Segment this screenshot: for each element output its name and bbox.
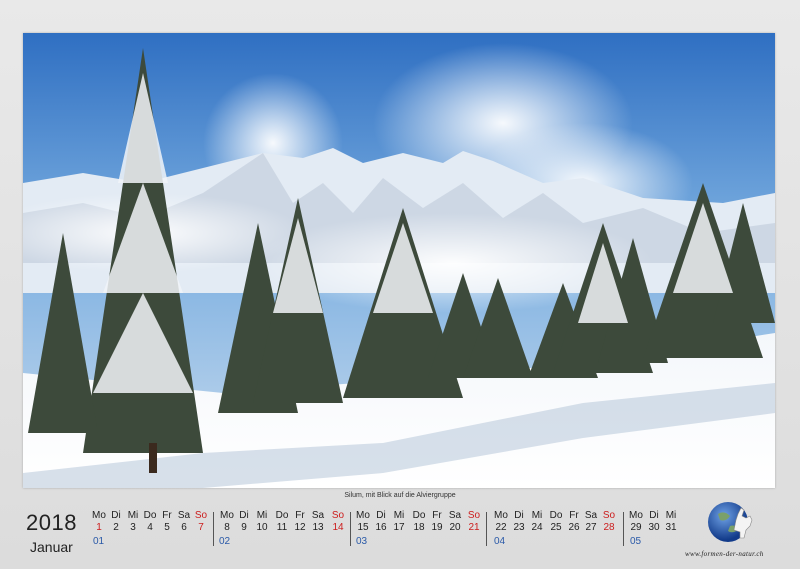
day-number: 20 — [449, 522, 461, 533]
day-number-sunday: 7 — [198, 522, 204, 533]
day-number: 18 — [413, 522, 425, 533]
day-name: Mo — [356, 510, 370, 521]
day-number: 16 — [375, 522, 387, 533]
day-name: Di — [514, 510, 524, 521]
day-number: 22 — [495, 522, 507, 533]
week-number: 02 — [219, 536, 231, 547]
day-name: Sa — [584, 510, 598, 521]
week-number: 01 — [93, 536, 105, 547]
day-name: Sa — [448, 510, 462, 521]
week-separator — [213, 512, 214, 546]
day-name: Do — [275, 510, 289, 521]
day-number: 31 — [665, 522, 677, 533]
day-number: 29 — [630, 522, 642, 533]
day-name: Mi — [256, 510, 268, 521]
day-number: 24 — [531, 522, 543, 533]
day-name: Mo — [629, 510, 643, 521]
photo-caption: Silum, mit Blick auf die Alviergruppe — [344, 492, 456, 499]
day-number-sunday: 21 — [468, 522, 480, 533]
day-number: 25 — [550, 522, 562, 533]
week-separator — [350, 512, 351, 546]
day-name: Mo — [494, 510, 508, 521]
week-separator — [486, 512, 487, 546]
calendar-grid: Mo Di Mi Do Fr Sa So 1 2 3 4 5 6 7 01 Mo… — [0, 510, 800, 550]
day-number-sunday: 28 — [603, 522, 615, 533]
day-number: 13 — [312, 522, 324, 533]
day-name-sunday: So — [194, 510, 208, 521]
week-separator — [623, 512, 624, 546]
day-number: 27 — [585, 522, 597, 533]
snowy-forest-image — [23, 33, 775, 488]
day-name: Fr — [432, 510, 442, 521]
day-name: Sa — [311, 510, 325, 521]
day-name: Di — [376, 510, 386, 521]
landscape-photo — [23, 33, 775, 488]
day-number: 9 — [241, 522, 247, 533]
day-number: 15 — [357, 522, 369, 533]
day-name: Mi — [665, 510, 677, 521]
day-name-sunday: So — [467, 510, 481, 521]
week-number: 04 — [494, 536, 506, 547]
week-number: 05 — [630, 536, 642, 547]
globe-ibex-logo-icon — [700, 500, 768, 544]
day-number: 17 — [393, 522, 405, 533]
week-number: 03 — [356, 536, 368, 547]
day-name: Do — [412, 510, 426, 521]
day-number-sunday: 14 — [332, 522, 344, 533]
day-name: Fr — [295, 510, 305, 521]
day-name: Di — [239, 510, 249, 521]
day-name-sunday: So — [602, 510, 616, 521]
day-name-sunday: So — [331, 510, 345, 521]
day-number: 12 — [294, 522, 306, 533]
day-name: Do — [549, 510, 563, 521]
day-number: 23 — [513, 522, 525, 533]
day-name: Mi — [531, 510, 543, 521]
day-name: Mi — [393, 510, 405, 521]
day-number: 10 — [256, 522, 268, 533]
website-url: www.formen-der-natur.ch — [685, 550, 764, 558]
day-number: 19 — [431, 522, 443, 533]
day-number: 11 — [276, 522, 288, 533]
